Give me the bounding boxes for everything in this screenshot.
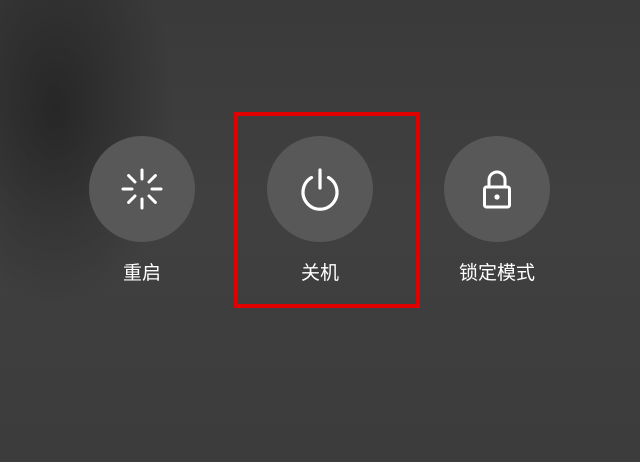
power-off-label: 关机 [300,262,339,284]
power-icon [301,168,339,211]
padlock-icon [483,170,511,209]
lockdown-button[interactable] [444,136,550,242]
lockdown-option: 锁定模式 [437,136,557,306]
restart-spinner-icon [121,168,163,210]
power-off-option: 关机 [260,136,380,306]
power-off-button[interactable] [267,136,373,242]
restart-label: 重启 [122,262,161,284]
restart-option: 重启 [82,136,202,306]
restart-button[interactable] [89,136,195,242]
lockdown-label: 锁定模式 [458,262,535,284]
